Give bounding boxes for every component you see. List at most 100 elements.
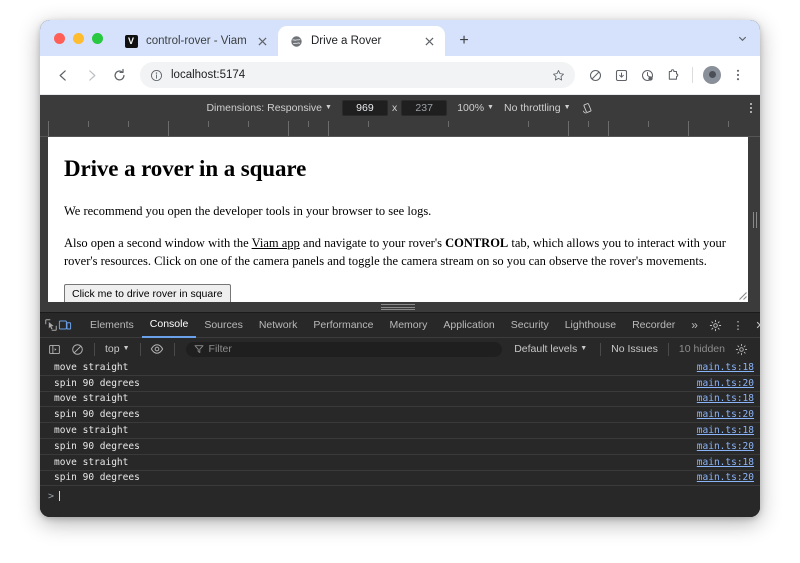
console-log-message: spin 90 degrees xyxy=(54,409,140,421)
browser-tab-drive-a-rover[interactable]: Drive a Rover xyxy=(278,26,445,56)
live-expression-icon[interactable] xyxy=(148,340,167,358)
console-message-list[interactable]: move straight main.ts:18 spin 90 degrees… xyxy=(40,360,760,517)
console-toolbar-divider xyxy=(173,342,175,356)
tab-lighthouse[interactable]: Lighthouse xyxy=(557,314,624,337)
console-log-row[interactable]: spin 90 degrees main.ts:20 xyxy=(40,471,760,487)
log-levels-dropdown[interactable]: Default levels ▼ xyxy=(511,343,590,355)
close-tab-icon[interactable] xyxy=(421,33,437,49)
execution-context-dropdown[interactable]: top ▼ xyxy=(102,343,133,355)
inspect-element-icon[interactable] xyxy=(44,315,58,335)
log-levels-label: Default levels xyxy=(514,343,578,355)
close-window-button[interactable] xyxy=(54,32,65,44)
viam-app-link[interactable]: Viam app xyxy=(252,236,300,250)
viewport-corner-resize-handle[interactable] xyxy=(734,287,748,301)
hidden-messages-count[interactable]: 10 hidden xyxy=(679,343,725,355)
console-log-message: spin 90 degrees xyxy=(54,377,140,389)
console-filter-placeholder: Filter xyxy=(208,343,232,355)
back-button[interactable] xyxy=(50,62,76,88)
new-tab-button[interactable]: + xyxy=(451,28,477,54)
console-prompt-caret: > xyxy=(48,490,55,502)
tab-recorder[interactable]: Recorder xyxy=(624,314,683,337)
filter-icon xyxy=(194,344,204,354)
rotate-device-icon[interactable] xyxy=(581,102,594,115)
devtools-panel: Elements Console Sources Network Perform… xyxy=(40,312,760,517)
device-toolbar-menu-button[interactable] xyxy=(750,103,752,113)
paragraph-text: Also open a second window with the xyxy=(64,236,252,251)
console-toolbar-divider xyxy=(139,342,141,356)
console-log-source-link[interactable]: main.ts:20 xyxy=(697,409,754,420)
media-control-icon[interactable] xyxy=(635,63,659,87)
console-log-source-link[interactable]: main.ts:20 xyxy=(697,378,754,389)
reload-button[interactable] xyxy=(106,62,132,88)
console-log-source-link[interactable]: main.ts:18 xyxy=(697,393,754,404)
issues-status[interactable]: No Issues xyxy=(611,343,658,355)
console-settings-gear-icon[interactable] xyxy=(732,340,751,358)
chevron-down-icon: ▼ xyxy=(580,344,588,352)
console-log-source-link[interactable]: main.ts:18 xyxy=(697,362,754,373)
forward-button[interactable] xyxy=(78,62,104,88)
page-info-icon[interactable] xyxy=(150,69,163,82)
browser-menu-button[interactable] xyxy=(726,63,750,87)
paragraph-text: and navigate to your rover's xyxy=(299,236,446,251)
gear-icon[interactable] xyxy=(706,315,726,335)
throttling-dropdown[interactable]: No throttling ▼ xyxy=(504,102,571,114)
toggle-device-toolbar-icon[interactable] xyxy=(58,315,72,335)
console-log-source-link[interactable]: main.ts:18 xyxy=(697,425,754,436)
console-log-source-link[interactable]: main.ts:20 xyxy=(697,441,754,452)
avatar-head xyxy=(708,70,716,78)
browser-tab-control-rover[interactable]: V control-rover - Viam xyxy=(113,26,278,56)
tab-elements[interactable]: Elements xyxy=(82,314,142,337)
console-log-source-link[interactable]: main.ts:20 xyxy=(697,472,754,483)
profile-avatar[interactable] xyxy=(700,63,724,87)
console-log-row[interactable]: move straight main.ts:18 xyxy=(40,392,760,408)
execution-context-label: top xyxy=(105,343,120,355)
viewport-width-resize-handle[interactable] xyxy=(751,209,758,231)
viewport-ruler xyxy=(40,121,760,137)
tab-network[interactable]: Network xyxy=(251,314,306,337)
tab-strip-actions xyxy=(728,20,760,56)
extensions-puzzle-icon[interactable] xyxy=(661,63,685,87)
bookmark-star-icon[interactable] xyxy=(552,69,565,82)
maximize-window-button[interactable] xyxy=(92,32,103,44)
console-filter-input[interactable]: Filter xyxy=(185,341,502,357)
tracking-protection-icon[interactable] xyxy=(583,63,607,87)
console-log-row[interactable]: move straight main.ts:18 xyxy=(40,360,760,376)
console-sidebar-icon[interactable] xyxy=(45,340,64,358)
console-log-row[interactable]: spin 90 degrees main.ts:20 xyxy=(40,376,760,392)
zoom-dropdown[interactable]: 100% ▼ xyxy=(457,102,494,114)
tab-console[interactable]: Console xyxy=(141,313,197,338)
viewport-width-input[interactable]: 969 xyxy=(341,100,388,116)
drive-rover-button[interactable]: Click me to drive rover in square xyxy=(64,284,231,302)
console-log-row[interactable]: spin 90 degrees main.ts:20 xyxy=(40,407,760,424)
tab-search-chevron-icon[interactable] xyxy=(734,30,750,46)
tab-memory[interactable]: Memory xyxy=(381,314,435,337)
close-tab-icon[interactable] xyxy=(254,33,270,49)
console-prompt[interactable]: > xyxy=(40,486,760,504)
viewport-height-input[interactable]: 237 xyxy=(401,100,448,116)
throttling-label: No throttling xyxy=(503,102,561,114)
tab-sources[interactable]: Sources xyxy=(196,314,251,337)
console-log-row[interactable]: move straight main.ts:18 xyxy=(40,455,760,471)
install-app-icon[interactable] xyxy=(609,63,633,87)
page-viewport: Drive a rover in a square We recommend y… xyxy=(48,137,748,302)
close-devtools-button[interactable]: ✕ xyxy=(750,315,760,335)
console-log-row[interactable]: move straight main.ts:18 xyxy=(40,423,760,439)
console-log-message: move straight xyxy=(54,361,129,373)
minimize-window-button[interactable] xyxy=(73,32,84,44)
more-tabs-button[interactable]: » xyxy=(683,318,706,332)
dimensions-dropdown[interactable]: Dimensions: Responsive ▼ xyxy=(206,102,332,114)
clear-console-icon[interactable] xyxy=(68,340,87,358)
viewport-height-resize-handle[interactable] xyxy=(381,304,415,311)
console-toolbar-divider xyxy=(667,342,669,356)
address-bar-url[interactable]: localhost:5174 xyxy=(171,69,544,81)
tab-application[interactable]: Application xyxy=(435,314,502,337)
address-bar[interactable]: localhost:5174 xyxy=(140,62,575,88)
console-log-source-link[interactable]: main.ts:18 xyxy=(697,457,754,468)
tab-security[interactable]: Security xyxy=(503,314,557,337)
console-toolbar-divider xyxy=(94,342,95,356)
devtools-menu-button[interactable]: ⋮ xyxy=(728,315,748,335)
control-tab-emphasis: CONTROL xyxy=(445,236,509,251)
tab-performance[interactable]: Performance xyxy=(305,314,381,337)
console-log-message: spin 90 degrees xyxy=(54,472,140,484)
console-log-row[interactable]: spin 90 degrees main.ts:20 xyxy=(40,439,760,455)
